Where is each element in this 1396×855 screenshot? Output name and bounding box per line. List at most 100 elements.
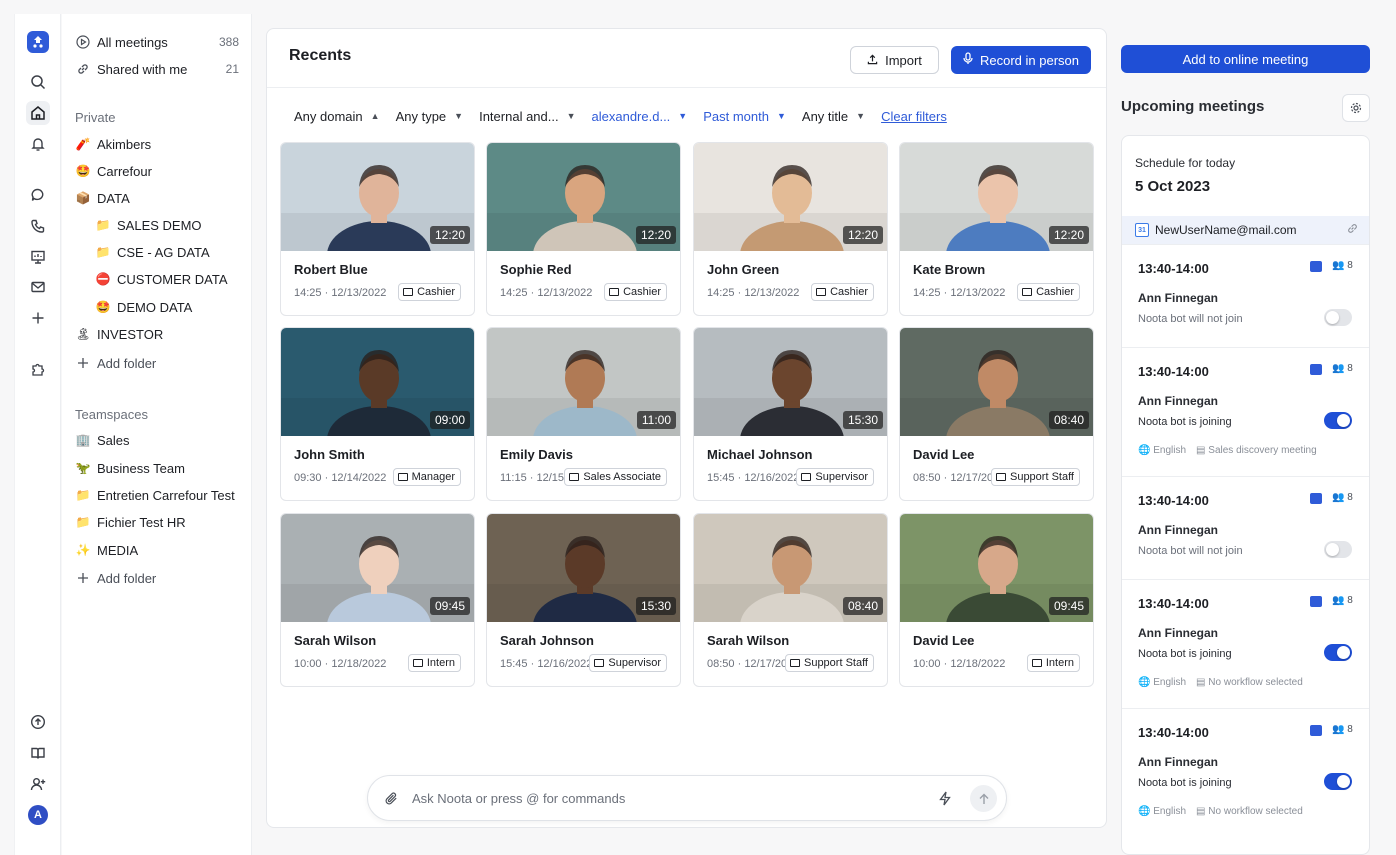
record-in-person-button[interactable]: Record in person (951, 46, 1091, 74)
meeting-card[interactable]: 12:20 Sophie Red 14:25 · 12/13/2022 Cashier (486, 142, 681, 316)
language-info[interactable]: 🌐 English (1138, 445, 1186, 456)
upcoming-meeting[interactable]: 13:40-14:00 👥 8 Ann Finnegan Noota bot is j… (1122, 579, 1369, 708)
meeting-thumbnail: 09:45 (281, 514, 474, 622)
meeting-card[interactable]: 08:40 David Lee 08:50 · 12/17/2022 Support … (899, 327, 1094, 501)
folder-emoji-icon: ✨ (75, 543, 91, 557)
logo-icon[interactable] (27, 31, 49, 53)
folder-sales-demo[interactable]: 📁 SALES DEMO (95, 214, 239, 236)
folder-tag[interactable]: Intern (407, 654, 461, 672)
bot-join-toggle[interactable] (1324, 773, 1352, 790)
nav-all-meetings[interactable]: All meetings 388 (75, 31, 239, 53)
book-icon[interactable] (26, 741, 50, 765)
workflow-info[interactable]: ▤ No workflow selected (1196, 677, 1303, 688)
home-icon[interactable] (26, 101, 50, 125)
ask-noota-input[interactable]: Ask Noota or press @ for commands (367, 775, 1007, 821)
upcoming-meeting[interactable]: 13:40-14:00 👥 8 Ann Finnegan Noota bot will… (1122, 244, 1369, 347)
folder-tag-label: Cashier (417, 286, 455, 298)
phone-icon[interactable] (26, 214, 50, 238)
send-button[interactable] (970, 785, 997, 812)
meeting-card[interactable]: 09:45 Sarah Wilson 10:00 · 12/18/2022 Inter… (280, 513, 475, 687)
video-call-icon (1310, 725, 1322, 736)
filter-date[interactable]: Past month ▼ (703, 109, 786, 124)
participants-count: 👥 8 (1332, 260, 1353, 271)
add-user-icon[interactable] (26, 772, 50, 796)
upcoming-meeting[interactable]: 13:40-14:00 👥 8 Ann Finnegan Noota bot is j… (1122, 708, 1369, 854)
folder-cse-ag-data[interactable]: 📁 CSE - AG DATA (95, 241, 239, 263)
meeting-card[interactable]: 15:30 Michael Johnson 15:45 · 12/16/2022 Su… (693, 327, 888, 501)
paperclip-icon[interactable] (384, 791, 399, 809)
workflow-label: No workflow selected (1208, 806, 1303, 817)
meeting-card[interactable]: 12:20 Robert Blue 14:25 · 12/13/2022 Cashie… (280, 142, 475, 316)
folder-data[interactable]: 📦 DATA (75, 187, 239, 209)
teamspace-media[interactable]: ✨ MEDIA (75, 539, 239, 561)
mail-icon[interactable] (26, 275, 50, 299)
folder-tag[interactable]: Sales Associate (564, 468, 667, 486)
recents-header: Recents Import Record in person (267, 29, 1106, 88)
folder-tag[interactable]: Supervisor (796, 468, 874, 486)
bot-join-toggle[interactable] (1324, 644, 1352, 661)
add-folder-button[interactable]: Add folder (75, 352, 239, 374)
folder-carrefour[interactable]: 🤩 Carrefour (75, 160, 239, 182)
teamspace-fichier-test-hr[interactable]: 📁 Fichier Test HR (75, 511, 239, 533)
nav-shared-with-me[interactable]: Shared with me 21 (75, 58, 239, 80)
bell-icon[interactable] (26, 132, 50, 156)
lightning-icon[interactable] (938, 791, 952, 809)
bot-join-toggle[interactable] (1324, 309, 1352, 326)
filter-user[interactable]: alexandre.d... ▼ (592, 109, 688, 124)
upcoming-meeting[interactable]: 13:40-14:00 👥 8 Ann Finnegan Noota bot will… (1122, 476, 1369, 579)
meeting-card[interactable]: 15:30 Sarah Johnson 15:45 · 12/16/2022 Supe… (486, 513, 681, 687)
folder-tag[interactable]: Cashier (604, 283, 667, 301)
teamspace-entretien[interactable]: 📁 Entretien Carrefour Test (75, 484, 239, 506)
bot-join-toggle[interactable] (1324, 541, 1352, 558)
folder-akimbers[interactable]: 🧨 Akimbers (75, 133, 239, 155)
folder-tag[interactable]: Manager (392, 468, 461, 486)
upload-icon[interactable] (26, 710, 50, 734)
workflow-info[interactable]: ▤ No workflow selected (1196, 806, 1303, 817)
language-info[interactable]: 🌐 English (1138, 677, 1186, 688)
teamspace-business-team[interactable]: 🦖 Business Team (75, 457, 239, 479)
filter-type[interactable]: Any type ▼ (396, 109, 464, 124)
link-icon[interactable] (1346, 222, 1359, 238)
folder-tag[interactable]: Support Staff (990, 468, 1080, 486)
add-to-online-meeting-button[interactable]: Add to online meeting (1121, 45, 1370, 73)
meeting-card[interactable]: 12:20 John Green 14:25 · 12/13/2022 Cashier (693, 142, 888, 316)
search-icon[interactable] (26, 70, 50, 94)
teamspace-sales[interactable]: 🏢 Sales (75, 429, 239, 451)
filter-title[interactable]: Any title ▼ (802, 109, 865, 124)
meeting-time-range: 13:40-14:00 (1138, 493, 1209, 508)
presentation-icon[interactable] (26, 245, 50, 269)
clear-filters-link[interactable]: Clear filters (881, 109, 947, 124)
folder-tag[interactable]: Intern (1026, 654, 1080, 672)
plus-icon[interactable] (26, 306, 50, 330)
folder-tag[interactable]: Supervisor (589, 654, 667, 672)
folder-customer-data[interactable]: ⛔ CUSTOMER DATA (95, 268, 239, 290)
meeting-card[interactable]: 12:20 Kate Brown 14:25 · 12/13/2022 Cashier (899, 142, 1094, 316)
calendar-account-row[interactable]: 31 NewUserName@mail.com (1122, 216, 1369, 244)
folder-demo-data[interactable]: 🤩 DEMO DATA (95, 296, 239, 318)
folder-tag[interactable]: Cashier (1017, 283, 1080, 301)
workflow-info[interactable]: ▤ Sales discovery meeting (1196, 445, 1317, 456)
folder-tag[interactable]: Support Staff (784, 654, 874, 672)
avatar[interactable]: A (28, 805, 48, 825)
folder-emoji-icon: 🏢 (75, 433, 91, 447)
schedule-date: 5 Oct 2023 (1135, 178, 1211, 195)
meeting-card[interactable]: 08:40 Sarah Wilson 08:50 · 12/17/2022 Suppo… (693, 513, 888, 687)
folder-tag[interactable]: Cashier (398, 283, 461, 301)
filter-internal[interactable]: Internal and... ▼ (479, 109, 575, 124)
bot-join-toggle[interactable] (1324, 412, 1352, 429)
upcoming-meeting[interactable]: 13:40-14:00 👥 8 Ann Finnegan Noota bot is j… (1122, 347, 1369, 476)
meeting-card[interactable]: 11:00Emily Davis11:15 · 12/15/2022Sales … (486, 327, 681, 501)
folder-tag[interactable]: Cashier (811, 283, 874, 301)
meeting-card[interactable]: 09:00 John Smith 09:30 · 12/14/2022 Manager (280, 327, 475, 501)
puzzle-icon[interactable] (26, 357, 50, 381)
settings-button[interactable] (1342, 94, 1370, 122)
import-button[interactable]: Import (850, 46, 939, 74)
add-teamspace-folder-button[interactable]: Add folder (75, 567, 239, 589)
meeting-host: Ann Finnegan (1138, 394, 1218, 408)
chat-icon[interactable] (26, 183, 50, 207)
record-label: Record in person (980, 52, 1079, 68)
folder-investor[interactable]: 🏝 INVESTOR (75, 323, 239, 345)
filter-domain[interactable]: Any domain ▲ (294, 109, 380, 124)
language-info[interactable]: 🌐 English (1138, 806, 1186, 817)
meeting-card[interactable]: 09:45 David Lee 10:00 · 12/18/2022 Intern (899, 513, 1094, 687)
